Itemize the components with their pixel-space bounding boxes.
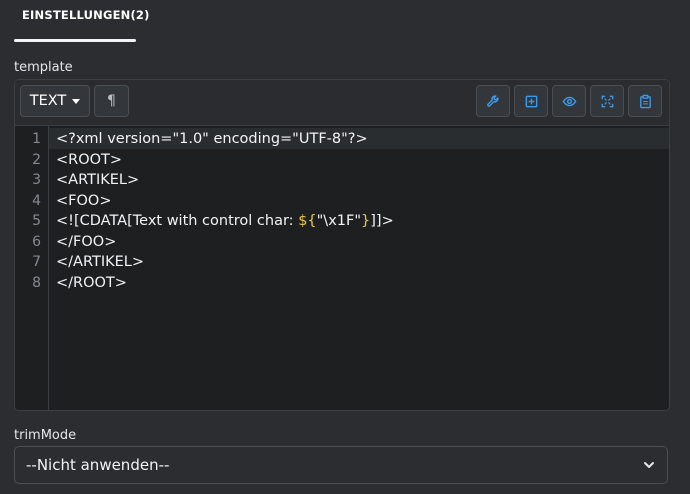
- template-label: template: [14, 60, 73, 75]
- trim-mode-select[interactable]: --Nicht anwenden--: [14, 446, 668, 484]
- pilcrow-icon: ¶: [107, 93, 116, 109]
- show-invisibles-button[interactable]: ¶: [94, 85, 129, 117]
- clipboard-icon: [639, 94, 651, 108]
- template-editor-panel: TEXT ¶ 1 2 3 4 5 6 7 8 <?xml version="1.…: [14, 79, 670, 411]
- code-line: </ARTIKEL>: [56, 254, 145, 270]
- code-line: </ROOT>: [56, 274, 127, 291]
- line-number: 7: [32, 254, 41, 270]
- line-number: 1: [32, 131, 41, 147]
- code-text: ]]>: [370, 213, 394, 229]
- line-number: 5: [32, 213, 41, 229]
- eye-icon: [562, 96, 576, 106]
- preview-button[interactable]: [552, 85, 586, 117]
- mode-label: TEXT: [29, 93, 67, 109]
- settings-panel: EINSTELLUNGEN(2) template TEXT ¶ 1 2 3 4…: [0, 0, 690, 494]
- expression-string: "\x1F": [316, 213, 362, 229]
- insert-button[interactable]: [514, 85, 548, 117]
- code-line: <FOO>: [56, 192, 112, 209]
- paste-button[interactable]: [628, 85, 662, 117]
- expression-open: ${: [298, 213, 317, 229]
- expression-close: }: [361, 213, 371, 229]
- code-text: <![CDATA[Text with control char:: [56, 213, 299, 229]
- chevron-down-icon: [644, 462, 654, 468]
- line-number-gutter: 1 2 3 4 5 6 7 8: [15, 126, 49, 410]
- code-line: <?xml version="1.0" encoding="UTF-8"?>: [56, 131, 368, 147]
- fullscreen-icon: [601, 95, 613, 107]
- line-number: 8: [32, 274, 41, 291]
- tools-button[interactable]: [476, 85, 510, 117]
- code-line: </FOO>: [56, 233, 117, 250]
- add-box-icon: [525, 95, 537, 107]
- line-number: 2: [32, 151, 41, 168]
- code-line: <![CDATA[Text with control char: ${"\x1F…: [56, 211, 394, 232]
- code-line: <ROOT>: [56, 151, 123, 168]
- line-number: 4: [32, 192, 41, 209]
- tab-einstellungen[interactable]: EINSTELLUNGEN(2): [22, 8, 150, 22]
- mode-dropdown-button[interactable]: TEXT: [20, 85, 90, 117]
- trim-mode-value: --Nicht anwenden--: [26, 456, 170, 474]
- line-number: 3: [32, 172, 41, 188]
- line-number: 6: [32, 233, 41, 250]
- editor-toolbar: TEXT ¶: [15, 80, 669, 126]
- trim-mode-label: trimMode: [14, 428, 77, 443]
- code-line: <ARTIKEL>: [56, 172, 140, 188]
- caret-down-icon: [72, 98, 81, 104]
- wrench-icon: [486, 94, 499, 107]
- active-tab-indicator: [14, 39, 136, 42]
- fullscreen-button[interactable]: [590, 85, 624, 117]
- code-editor[interactable]: 1 2 3 4 5 6 7 8 <?xml version="1.0" enco…: [15, 126, 669, 410]
